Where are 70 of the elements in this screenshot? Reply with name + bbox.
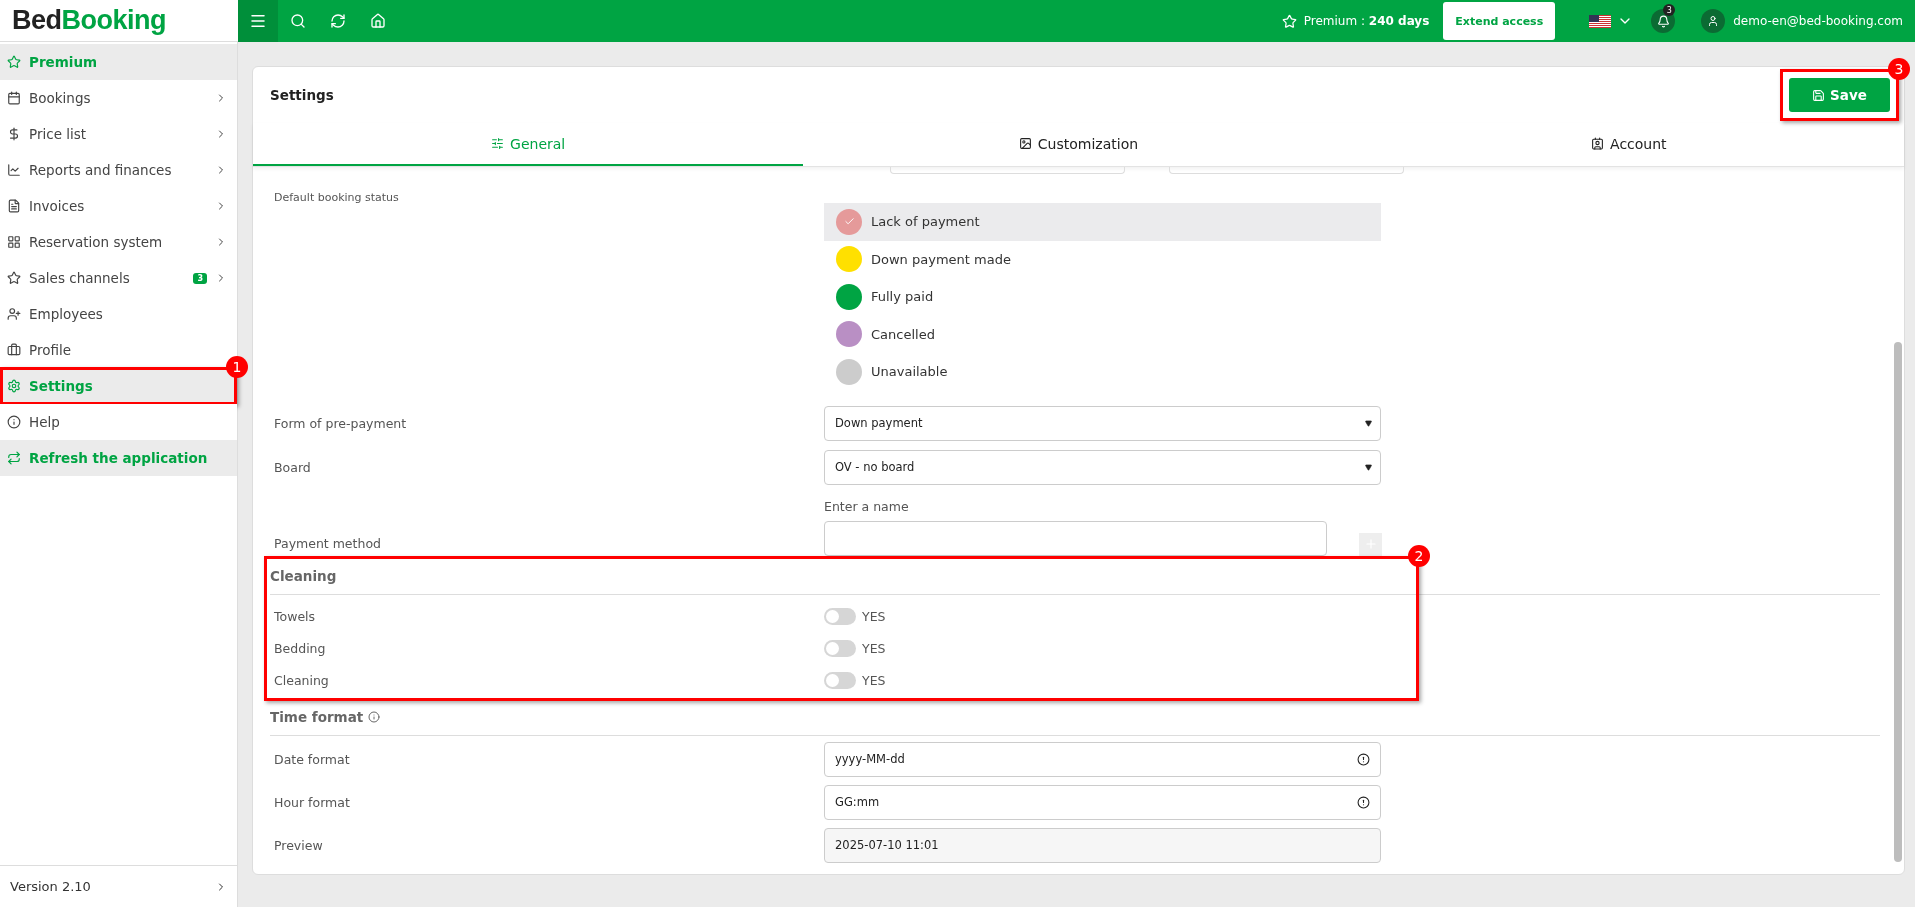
info-icon[interactable] xyxy=(368,710,381,723)
info-icon xyxy=(7,415,21,429)
dollar-icon xyxy=(7,127,21,141)
callout-number: 2 xyxy=(1408,544,1430,567)
field-label: Preview xyxy=(273,837,324,853)
briefcase-icon xyxy=(7,343,21,357)
status-option[interactable]: Lack of payment xyxy=(824,203,1381,241)
toggle-label: YES xyxy=(862,609,886,624)
refresh-icon xyxy=(330,13,346,29)
home-icon xyxy=(370,13,386,29)
premium-status: Premium : 240 days xyxy=(1303,14,1430,28)
user-icon xyxy=(1707,15,1720,27)
input-field[interactable]: GG:mm xyxy=(824,784,1381,820)
menu-button[interactable] xyxy=(238,0,278,42)
user-plus-icon xyxy=(7,307,21,321)
star-icon xyxy=(7,55,21,69)
field-label: Hour format xyxy=(273,794,351,810)
input-field[interactable] xyxy=(824,520,1327,556)
field-label: Payment method xyxy=(273,535,382,551)
logo: BedBooking xyxy=(12,5,166,36)
caret-icon xyxy=(1365,463,1372,471)
refresh-icon xyxy=(7,451,21,465)
field-label: Form of pre-payment xyxy=(273,415,408,431)
dropdown[interactable]: Down payment xyxy=(824,405,1381,441)
user-button[interactable] xyxy=(1701,9,1726,33)
toggle-switch[interactable] xyxy=(824,608,856,625)
input-field[interactable]: 2025-07-10 11:01 xyxy=(824,827,1381,863)
flag-icon[interactable] xyxy=(1589,14,1612,28)
section-title: Cleaning xyxy=(270,566,338,586)
tab[interactable]: Customization xyxy=(803,123,1354,166)
settings-icon xyxy=(7,379,21,393)
add-button[interactable] xyxy=(1359,532,1382,556)
bell-icon xyxy=(1656,14,1670,28)
field-hint: Enter a name xyxy=(824,498,910,514)
alert-icon[interactable] xyxy=(1357,795,1370,809)
image-icon xyxy=(1018,137,1032,150)
field-label: Towels xyxy=(273,609,317,624)
alert-icon[interactable] xyxy=(1357,752,1370,766)
toggle-switch[interactable] xyxy=(824,640,856,657)
tab[interactable]: Account xyxy=(1353,123,1904,166)
contact-card-icon xyxy=(1591,137,1605,150)
callout-number: 1 xyxy=(226,356,248,378)
toggle-label: YES xyxy=(862,641,886,656)
toggle-switch[interactable] xyxy=(824,672,856,689)
input-field[interactable] xyxy=(1169,167,1404,174)
version-item[interactable]: Version 2.10 xyxy=(0,865,237,907)
star-icon xyxy=(7,271,21,285)
sliders-icon xyxy=(491,137,505,150)
grid-icon xyxy=(7,235,21,249)
field-label: Board xyxy=(273,459,312,475)
notification-count: 3 xyxy=(1663,4,1676,16)
chart-icon xyxy=(7,163,21,177)
input-field[interactable] xyxy=(890,167,1125,174)
document-icon xyxy=(7,199,21,213)
field-label: Default booking status xyxy=(273,191,400,206)
search-icon xyxy=(290,13,306,29)
toggle-label: YES xyxy=(862,673,886,688)
field-label: Cleaning xyxy=(273,673,330,688)
field-label: Date format xyxy=(273,751,351,767)
dropdown[interactable]: OV - no board xyxy=(824,449,1381,485)
card-title: Settings xyxy=(270,87,334,103)
caret-icon xyxy=(1365,419,1372,427)
count-badge: 3 xyxy=(193,272,207,284)
callout-number: 3 xyxy=(1888,58,1910,80)
section-title: Time format xyxy=(270,708,364,725)
star-icon xyxy=(1281,13,1297,29)
field-label: Bedding xyxy=(273,641,327,656)
calendar-icon xyxy=(7,91,21,105)
input-field[interactable]: yyyy-MM-dd xyxy=(824,741,1381,777)
menu-icon xyxy=(249,12,267,30)
